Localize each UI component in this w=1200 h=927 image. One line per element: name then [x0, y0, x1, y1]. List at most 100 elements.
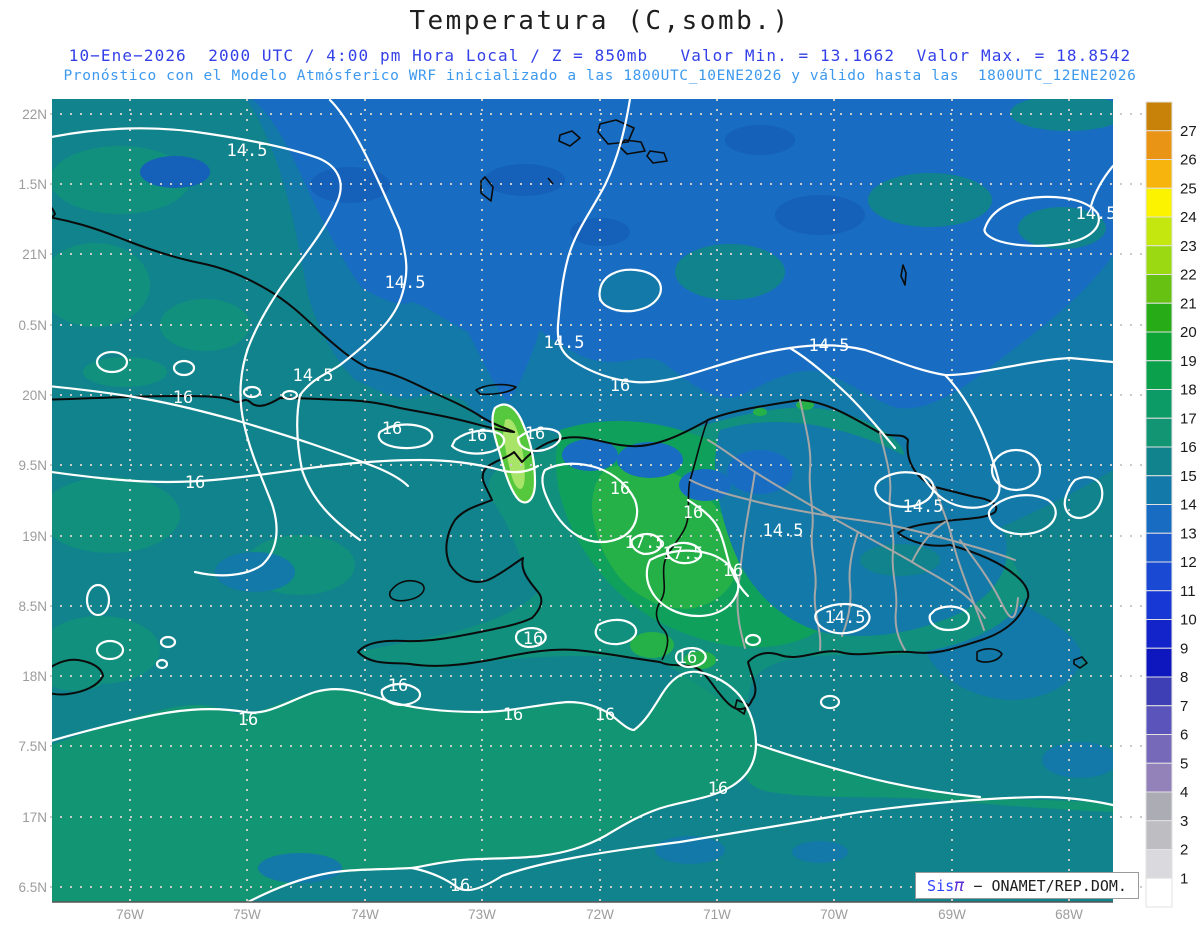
colorbar-label: 6	[1180, 727, 1188, 744]
colorbar-cell	[1145, 302, 1173, 333]
colorbar-cell	[1145, 532, 1173, 563]
contour-label: 16	[595, 705, 615, 725]
lon-axis: 76W 75W 74W 73W 72W 71W 70W 69W 68W	[116, 907, 1083, 922]
colorbar-cell	[1145, 274, 1173, 304]
colorbar-label: 5	[1180, 755, 1188, 772]
colorbar-cell	[1145, 360, 1173, 390]
colorbar-cell	[1145, 245, 1173, 275]
colorbar-cell	[1145, 561, 1173, 592]
colorbar-label: 15	[1180, 468, 1197, 485]
subtitle-validtime-minmax: 10−Ene−2026 2000 UTC / 4:00 pm Hora Loca…	[68, 46, 1132, 65]
lon-tick-label: 74W	[351, 907, 379, 922]
lon-tick-label: 70W	[820, 907, 848, 922]
colorbar-cell	[1145, 820, 1173, 850]
subtitle-model-run: Pronóstico con el Modelo Atmósferico WRF…	[63, 68, 1137, 84]
colorbar-label: 27	[1180, 123, 1197, 140]
colorbar-label: 9	[1180, 640, 1188, 657]
colorbar-label: 13	[1180, 525, 1197, 542]
lat-tick-label: 22N	[22, 107, 47, 122]
colorbar-cell	[1145, 877, 1173, 908]
contour-label: 16	[708, 779, 728, 799]
colorbar-cell	[1145, 446, 1173, 477]
lon-tick-label: 73W	[468, 907, 496, 922]
colorbar-label: 22	[1180, 267, 1197, 284]
contour-label: 14.5	[227, 141, 268, 161]
temperature-shading	[52, 99, 1113, 902]
lat-axis: 22N 1.5N 21N 0.5N 20N 9.5N 19N 8.5N 18N 7.5N 17N 6.…	[18, 107, 47, 895]
colorbar-label: 16	[1180, 439, 1197, 456]
lon-tick-label: 69W	[938, 907, 966, 922]
contour-label: 16	[503, 705, 523, 725]
colorbar-cell	[1145, 187, 1173, 218]
colorbar-label: 23	[1180, 238, 1197, 255]
contour-label: 16	[173, 388, 193, 408]
colorbar-label: 7	[1180, 698, 1188, 715]
contour-label: 16	[185, 473, 205, 493]
contour-label: 16	[677, 648, 697, 668]
colorbar-label: 26	[1180, 152, 1197, 169]
colorbar-label: 17	[1180, 410, 1197, 427]
colorbar-label: 25	[1180, 180, 1197, 197]
contour-label: 14.5	[1076, 204, 1117, 224]
page-title: Temperatura (C,somb.)	[409, 6, 791, 36]
colorbar-cell	[1145, 705, 1173, 735]
colorbar-label: 12	[1180, 554, 1197, 571]
lon-tick-label: 71W	[703, 907, 731, 922]
lat-tick-label: 18N	[22, 669, 47, 684]
attribution-separator: −	[964, 876, 992, 895]
attribution-org: ONAMET/REP.DOM.	[991, 876, 1127, 895]
colorbar-label: 14	[1180, 497, 1197, 514]
contour-label: 14.5	[544, 333, 585, 353]
weather-map-figure: Temperatura (C,somb.) 10−Ene−2026 2000 U…	[0, 0, 1200, 927]
colorbar-cell	[1145, 475, 1173, 505]
contour-label: 16	[467, 426, 487, 446]
map-canvas: 14.514.514.514.5 14.514.514.514.514.51616…	[18, 99, 1197, 922]
lon-tick-label: 72W	[586, 907, 614, 922]
colorbar-cell	[1145, 619, 1173, 649]
lat-tick-label: 9.5N	[18, 458, 47, 473]
colorbar-label: 8	[1180, 669, 1188, 686]
colorbar-cell	[1145, 389, 1173, 419]
colorbar-label: 1	[1180, 870, 1188, 887]
contour-label: 14.5	[763, 521, 804, 541]
lon-tick-label: 75W	[233, 907, 261, 922]
colorbar: 2726252423222120191817161514131211109876…	[1145, 101, 1197, 908]
colorbar-cell	[1145, 130, 1173, 160]
colorbar-label: 10	[1180, 612, 1197, 629]
lon-tick-label: 76W	[116, 907, 144, 922]
colorbar-label: 11	[1180, 583, 1196, 600]
contour-label: 14.5	[825, 608, 866, 628]
contour-label: 16	[388, 676, 408, 696]
contour-label: 16	[610, 479, 630, 499]
lat-tick-label: 21N	[22, 247, 47, 262]
contour-label: 16	[525, 424, 545, 444]
contour-label: 16	[610, 376, 630, 396]
colorbar-cell	[1145, 676, 1173, 707]
lat-tick-label: 19N	[22, 529, 47, 544]
colorbar-cell	[1145, 791, 1173, 822]
colorbar-cell	[1145, 647, 1173, 678]
colorbar-cell	[1145, 417, 1173, 448]
lat-tick-label: 0.5N	[18, 318, 47, 333]
lon-tick-label: 68W	[1055, 907, 1083, 922]
contour-label: 17.5	[663, 544, 704, 564]
contour-label: 17.5	[625, 533, 666, 553]
lat-tick-label: 8.5N	[18, 599, 47, 614]
contour-label: 14.5	[809, 336, 850, 356]
colorbar-cell	[1145, 331, 1173, 362]
colorbar-cell	[1145, 849, 1173, 879]
colorbar-cell	[1145, 762, 1173, 793]
colorbar-cell	[1145, 216, 1173, 247]
contour-label: 14.5	[903, 497, 944, 517]
lat-tick-label: 7.5N	[18, 739, 47, 754]
colorbar-cell	[1145, 159, 1173, 189]
colorbar-label: 3	[1180, 813, 1188, 830]
lat-tick-label: 1.5N	[18, 177, 47, 192]
lat-tick-label: 17N	[22, 810, 47, 825]
lat-tick-label: 6.5N	[18, 880, 47, 895]
contour-label: 16	[382, 419, 402, 439]
contour-label: 14.5	[385, 273, 426, 293]
colorbar-label: 4	[1180, 784, 1188, 801]
attribution-box: Sis π − ONAMET/REP.DOM.	[915, 872, 1139, 899]
contour-label: 14.5	[293, 366, 334, 386]
